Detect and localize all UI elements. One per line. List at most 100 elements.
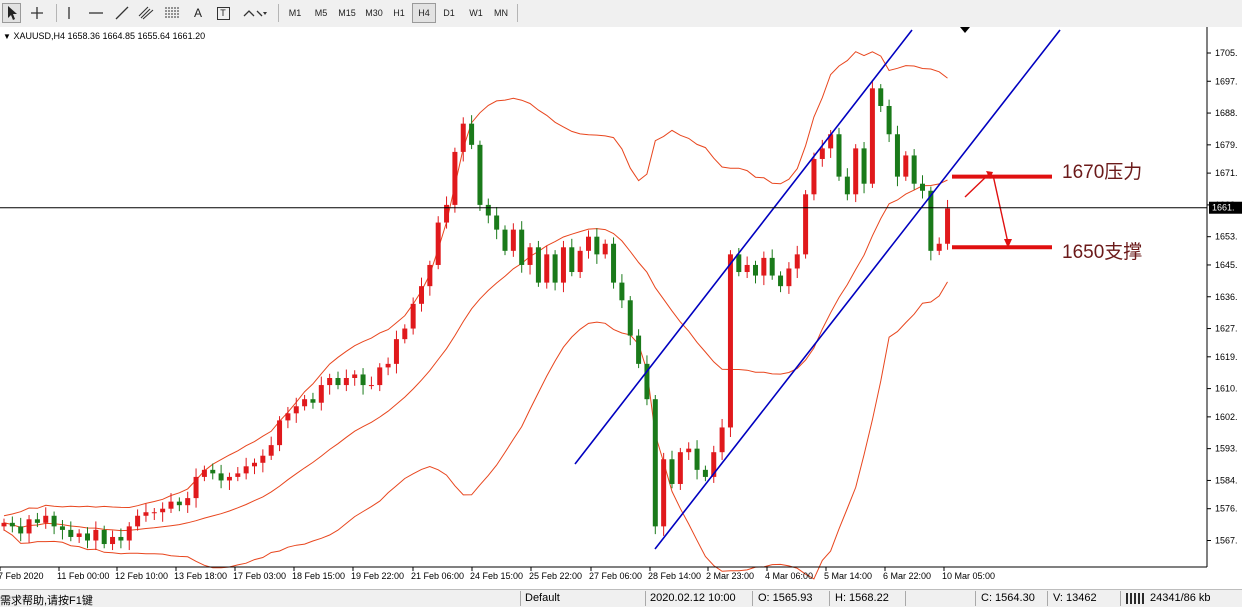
channel-button[interactable] (136, 3, 156, 23)
candle-body (894, 134, 900, 177)
timeframe-m1[interactable]: M1 (283, 3, 307, 23)
vertical-line-button[interactable] (60, 3, 78, 23)
status-divider (752, 591, 753, 606)
arrows-tool-button[interactable] (240, 3, 270, 23)
candle-body (811, 158, 817, 195)
candle-body (335, 378, 341, 386)
status-divider (520, 591, 521, 606)
candle-body (602, 243, 608, 255)
trendline-icon (115, 6, 129, 20)
candle-body (243, 466, 249, 474)
chart-toolbar: A T M1 M5 M15 M30 H1 H4 D1 W1 MN (0, 0, 1242, 28)
candle-body (869, 88, 875, 184)
label-tool-button[interactable]: T (213, 3, 233, 23)
channel-upper-line (574, 29, 913, 465)
candle-body (761, 257, 767, 276)
time-tick-label: 13 Feb 18:00 (174, 571, 227, 581)
profile-name[interactable]: Default (525, 592, 560, 604)
candle-body (410, 303, 416, 329)
candle-body (535, 247, 541, 283)
timeframe-m5[interactable]: M5 (309, 3, 333, 23)
time-tick-label: 18 Feb 15:00 (292, 571, 345, 581)
price-tick-label: 1688. (1215, 108, 1238, 118)
candle-body (68, 529, 74, 537)
candle-body (201, 469, 207, 477)
candle-body (277, 420, 283, 446)
price-tick-label: 1593. (1215, 444, 1238, 454)
candle-body (661, 459, 667, 527)
candle-body (945, 208, 951, 244)
candle-body (252, 462, 257, 467)
bar-datetime: 2020.02.12 10:00 (650, 592, 736, 604)
timeframe-w1[interactable]: W1 (464, 3, 488, 23)
candle-body (477, 144, 483, 205)
candle-body (76, 533, 82, 537)
candle-body (185, 498, 191, 506)
channel-lower-line (654, 29, 1061, 550)
bar-close: C: 1564.30 (981, 592, 1035, 604)
candle-body (694, 448, 700, 470)
candle-body (627, 300, 633, 336)
timeframe-h1[interactable]: H1 (388, 3, 410, 23)
candle-body (502, 229, 508, 251)
status-divider (1120, 591, 1121, 606)
cursor-icon (7, 6, 17, 20)
cursor-tool-button[interactable] (2, 3, 21, 23)
candle-body (803, 194, 809, 255)
label-icon: T (216, 6, 230, 20)
candle-body (59, 526, 65, 530)
candlesticks (1, 79, 951, 551)
resistance-label: 1670压力 (1062, 162, 1143, 183)
status-divider (829, 591, 830, 606)
candle-body (677, 452, 683, 484)
dropdown-triangle-icon[interactable]: ▼ (3, 32, 11, 41)
price-tick-label: 1653. (1215, 232, 1238, 242)
candle-body (218, 473, 224, 481)
traffic-indicator: 24341/86 kb (1150, 592, 1211, 604)
candle-body (460, 123, 466, 152)
candle-body (510, 229, 516, 251)
price-tick-label: 1567. (1215, 536, 1238, 546)
candle-body (143, 512, 149, 516)
toolbar-separator (56, 4, 57, 22)
bollinger-bands (3, 51, 948, 580)
candle-body (619, 282, 625, 301)
arrows-icon (243, 10, 267, 17)
fibonacci-button[interactable] (162, 3, 182, 23)
price-chart[interactable]: 1567. 1576. 1584. 1593. 1602. 1610. 1619. 1627.… (0, 27, 1242, 589)
timeframe-m30[interactable]: M30 (361, 3, 387, 23)
text-tool-button[interactable]: A (188, 3, 208, 23)
price-tick-label: 1584. (1215, 475, 1238, 485)
channel-icon (138, 6, 154, 20)
trendline-button[interactable] (112, 3, 132, 23)
time-axis: 7 Feb 2020 11 Feb 00:00 12 Feb 10:00 13 Feb… (0, 566, 1207, 581)
status-divider (645, 591, 646, 606)
time-tick-label: 19 Feb 22:00 (351, 571, 404, 581)
price-tick-label: 1576. (1215, 504, 1238, 514)
symbol-info: ▼ XAUUSD,H4 1658.36 1664.85 1655.64 1661… (3, 31, 205, 41)
horizontal-line-button[interactable] (86, 3, 106, 23)
candle-body (886, 105, 892, 135)
candle-body (110, 536, 116, 545)
vertical-line-icon (68, 7, 70, 19)
price-tick-label: 1697. (1215, 76, 1238, 86)
crosshair-tool-button[interactable] (27, 3, 47, 23)
candle-body (560, 247, 566, 283)
candle-body (310, 399, 316, 403)
timeframe-d1[interactable]: D1 (438, 3, 460, 23)
candle-body (43, 515, 49, 523)
time-tick-label: 5 Mar 14:00 (824, 571, 872, 581)
timeframe-h4[interactable]: H4 (412, 3, 436, 23)
bar-high: H: 1568.22 (835, 592, 889, 604)
candle-body (744, 264, 750, 273)
candle-body (719, 427, 725, 453)
candle-body (193, 476, 199, 499)
chart-canvas[interactable]: 1567. 1576. 1584. 1593. 1602. 1610. 1619. 1627.… (0, 27, 1242, 589)
candle-body (544, 254, 550, 283)
candle-body (327, 378, 333, 386)
timeframe-mn[interactable]: MN (489, 3, 513, 23)
current-price-label: 1661. (1212, 203, 1235, 213)
price-tick-label: 1602. (1215, 412, 1238, 422)
candle-body (594, 236, 600, 255)
timeframe-m15[interactable]: M15 (334, 3, 360, 23)
